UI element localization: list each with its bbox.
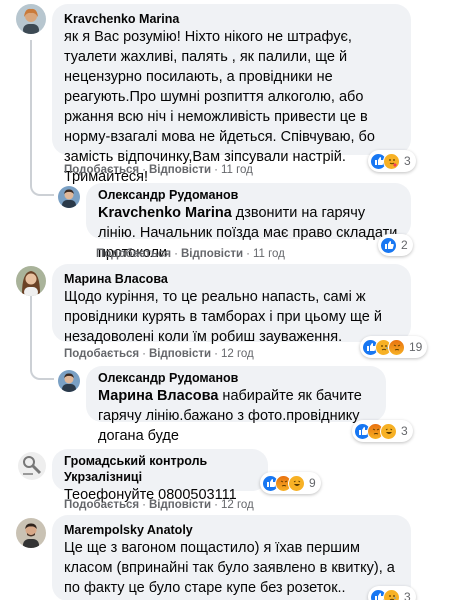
- avatar[interactable]: [16, 266, 46, 296]
- comment-timestamp[interactable]: 12 год: [221, 499, 254, 511]
- comment-author[interactable]: Kravchenko Marina: [64, 11, 399, 27]
- like-button[interactable]: Подобається: [64, 164, 139, 176]
- reply-button[interactable]: Відповісти: [149, 499, 211, 511]
- comment-timestamp[interactable]: 11 год: [221, 164, 253, 176]
- thread-connector: [30, 40, 54, 196]
- angry-icon: [388, 338, 405, 356]
- comment-bubble: Громадський контроль Укрзалізниці Теоефо…: [52, 449, 268, 503]
- like-button[interactable]: Подобається: [64, 348, 139, 360]
- reaction-summary[interactable]: 3: [352, 420, 413, 442]
- reaction-summary[interactable]: 3: [368, 586, 416, 600]
- reaction-summary[interactable]: 3: [368, 150, 416, 172]
- comment-actions: Подобається · Відповісти · 11 год: [64, 164, 253, 176]
- reaction-count: 3: [404, 590, 411, 600]
- reaction-count: 19: [409, 340, 423, 354]
- avatar[interactable]: [18, 452, 46, 480]
- avatar[interactable]: [16, 4, 46, 34]
- comment-actions: Подобається · Відповісти · 12 год: [64, 499, 254, 511]
- avatar[interactable]: [58, 186, 80, 208]
- care-icon: [383, 152, 400, 170]
- reaction-count: 3: [401, 424, 408, 438]
- comment-actions: Подобається · Відповісти · 12 год: [64, 348, 254, 360]
- comment-text: Щодо куріння, то це реально напасть, сам…: [64, 289, 382, 345]
- avatar[interactable]: [16, 518, 46, 548]
- reply-bubble: Олександр Рудоманов Kravchenko Marina дз…: [86, 183, 411, 261]
- comment-author[interactable]: Громадський контроль Укрзалізниці: [64, 453, 256, 485]
- reply-button[interactable]: Відповісти: [149, 164, 211, 176]
- sad-icon: [383, 588, 400, 600]
- reply-button[interactable]: Відповісти: [181, 248, 243, 260]
- reply-author[interactable]: Олександр Рудоманов: [98, 370, 374, 386]
- mention-link[interactable]: Марина Власова: [98, 388, 218, 404]
- like-button[interactable]: Подобається: [96, 248, 171, 260]
- reaction-count: 2: [401, 238, 408, 252]
- avatar[interactable]: [58, 370, 80, 392]
- reaction-summary[interactable]: 19: [360, 336, 428, 358]
- reaction-count: 9: [309, 476, 316, 490]
- reaction-count: 3: [404, 154, 411, 168]
- reply-bubble: Олександр Рудоманов Марина Власова набир…: [86, 366, 386, 444]
- reply-actions: Подобається · Відповісти · 11 год: [96, 248, 285, 260]
- like-icon: [380, 236, 397, 254]
- comment-text: Це ще з вагоном пощастило) я їхав першим…: [64, 540, 395, 596]
- reaction-summary[interactable]: 2: [378, 234, 413, 256]
- reply-button[interactable]: Відповісти: [149, 348, 211, 360]
- reply-author[interactable]: Олександр Рудоманов: [98, 187, 399, 203]
- comment-author[interactable]: Марина Власова: [64, 271, 399, 287]
- haha-icon: [288, 474, 305, 492]
- comment-bubble: Kravchenko Marina як я Вас розумію! Ніхт…: [52, 4, 411, 185]
- comment-timestamp[interactable]: 12 год: [221, 348, 254, 360]
- reaction-summary[interactable]: 9: [260, 472, 321, 494]
- comment-author[interactable]: Marempolsky Anatoly: [64, 522, 399, 538]
- mention-link[interactable]: Kravchenko Marina: [98, 205, 232, 221]
- thread-connector: [30, 296, 54, 380]
- reply-timestamp[interactable]: 11 год: [253, 248, 285, 260]
- comment-bubble: Марина Власова Щодо куріння, то це реаль…: [52, 264, 411, 345]
- haha-icon: [380, 422, 397, 440]
- comment-bubble: Marempolsky Anatoly Це ще з вагоном поща…: [52, 515, 411, 600]
- like-button[interactable]: Подобається: [64, 499, 139, 511]
